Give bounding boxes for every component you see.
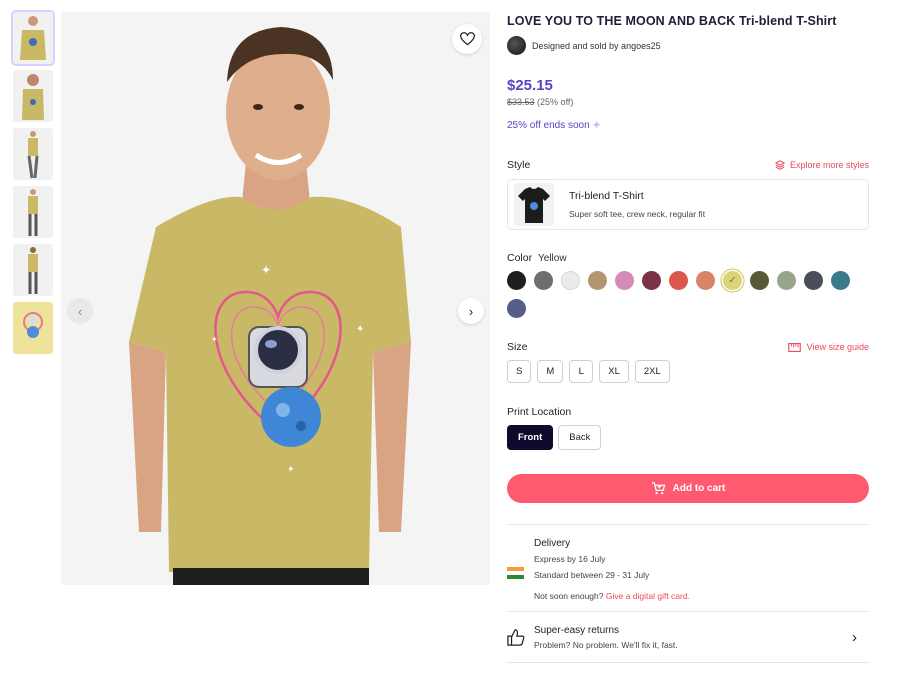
- returns-description: Problem? No problem. We'll fix it, fast.: [534, 639, 678, 650]
- color-swatch[interactable]: [534, 271, 553, 290]
- thumbnail-6[interactable]: [13, 302, 53, 354]
- print-location-label: Print Location: [507, 406, 572, 418]
- delivery-title: Delivery: [534, 538, 571, 549]
- designer-info[interactable]: Designed and sold by angoes25: [507, 36, 869, 55]
- delivery-note-text: Not soon enough?: [534, 591, 604, 601]
- promo-banner: 25% off ends soon ✦: [507, 118, 869, 132]
- returns-info[interactable]: Super-easy returns Problem? No problem. …: [507, 612, 869, 662]
- style-header: Style Explore more styles: [507, 159, 869, 171]
- product-details: LOVE YOU TO THE MOON AND BACK Tri-blend …: [507, 12, 869, 663]
- print-location-back[interactable]: Back: [558, 425, 602, 450]
- previous-image-button[interactable]: ‹: [67, 298, 93, 324]
- color-swatch[interactable]: [507, 271, 526, 290]
- style-description: Super soft tee, crew neck, regular fit: [569, 209, 706, 219]
- color-swatch[interactable]: [642, 271, 661, 290]
- color-swatches: [507, 271, 869, 327]
- add-to-cart-button[interactable]: Add to cart: [507, 474, 869, 503]
- chevron-right-icon: ›: [852, 628, 857, 646]
- size-option[interactable]: L: [569, 360, 594, 383]
- color-swatch[interactable]: [588, 271, 607, 290]
- delivery-standard: Standard between 29 - 31 July: [534, 570, 650, 580]
- style-selector[interactable]: Tri-blend T-Shirt Super soft tee, crew n…: [507, 179, 869, 230]
- thumbnail-3[interactable]: [13, 128, 53, 180]
- size-option[interactable]: M: [537, 360, 564, 383]
- print-location-options: Front Back: [507, 425, 869, 450]
- size-option[interactable]: XL: [599, 360, 629, 383]
- color-swatch[interactable]: [831, 271, 850, 290]
- returns-title: Super-easy returns: [534, 624, 620, 636]
- size-option[interactable]: 2XL: [634, 360, 670, 383]
- discount-label: (25% off): [537, 97, 574, 107]
- next-image-button[interactable]: ›: [458, 298, 484, 324]
- color-swatch[interactable]: [804, 271, 823, 290]
- price: $25.15: [507, 77, 553, 94]
- thumbnail-5[interactable]: [13, 244, 53, 296]
- original-price: $33.53 (25% off): [507, 97, 869, 107]
- print-location-front[interactable]: Front: [507, 425, 554, 450]
- product-title: LOVE YOU TO THE MOON AND BACK Tri-blend …: [507, 14, 837, 28]
- product-image: ✦ ✦ ✦ ✦ ‹ ›: [61, 12, 490, 585]
- color-header: Color Yellow: [507, 252, 869, 264]
- size-guide-text: View size guide: [806, 342, 869, 352]
- divider: [507, 662, 869, 663]
- size-guide-link[interactable]: View size guide: [787, 342, 869, 352]
- tshirt-icon: [518, 186, 550, 223]
- color-swatch[interactable]: [615, 271, 634, 290]
- heart-icon: [459, 32, 475, 46]
- color-swatch[interactable]: [750, 271, 769, 290]
- delivery-info: Delivery Express by 16 July Standard bet…: [507, 538, 869, 601]
- explore-styles-text: Explore more styles: [789, 160, 869, 170]
- color-swatch[interactable]: [696, 271, 715, 290]
- style-thumbnail: [514, 183, 554, 226]
- cart-icon: [651, 482, 665, 495]
- selected-color: Yellow: [538, 253, 567, 264]
- add-to-cart-label: Add to cart: [672, 483, 726, 494]
- size-option[interactable]: S: [507, 360, 532, 383]
- svg-text:✦: ✦: [261, 263, 271, 277]
- color-label: Color: [507, 252, 533, 264]
- size-options: S M L XL 2XL: [507, 360, 869, 383]
- chevron-right-icon: ›: [468, 303, 474, 319]
- size-label: Size: [507, 341, 528, 353]
- thumbs-up-icon: [507, 628, 525, 646]
- thumbnail-list: [11, 10, 55, 360]
- svg-text:✦: ✦: [356, 324, 364, 335]
- thumbnail-4[interactable]: [13, 186, 53, 238]
- color-swatch[interactable]: [561, 271, 580, 290]
- thumbnail-2[interactable]: [13, 70, 53, 122]
- ruler-icon: [787, 342, 801, 352]
- explore-styles-link[interactable]: Explore more styles: [774, 160, 869, 170]
- color-swatch[interactable]: [777, 271, 796, 290]
- style-label: Style: [507, 159, 531, 171]
- designer-avatar[interactable]: [507, 36, 526, 55]
- favorite-button[interactable]: [452, 24, 482, 54]
- india-flag-icon: [507, 567, 524, 579]
- color-swatch[interactable]: [723, 271, 742, 290]
- svg-text:✦: ✦: [211, 335, 218, 344]
- layers-icon: [774, 160, 785, 170]
- color-swatch[interactable]: [669, 271, 688, 290]
- designer-text: Designed and sold by angoes25: [532, 40, 661, 51]
- model-photo: ✦ ✦ ✦ ✦: [61, 12, 490, 585]
- promo-text: 25% off ends soon: [507, 119, 590, 131]
- color-swatch[interactable]: [507, 299, 526, 318]
- gift-card-link[interactable]: Give a digital gift card.: [606, 591, 690, 601]
- thumbnail-1[interactable]: [11, 10, 55, 66]
- style-name: Tri-blend T-Shirt: [569, 190, 644, 202]
- divider: [507, 524, 869, 525]
- chevron-left-icon: ‹: [77, 303, 83, 319]
- sparkle-icon: ✦: [591, 118, 602, 132]
- delivery-note: Not soon enough? Give a digital gift car…: [534, 591, 690, 601]
- delivery-express: Express by 16 July: [534, 554, 606, 564]
- old-price-value: $33.53: [507, 97, 535, 107]
- svg-text:✦: ✦: [287, 465, 295, 475]
- size-header: Size View size guide: [507, 341, 869, 353]
